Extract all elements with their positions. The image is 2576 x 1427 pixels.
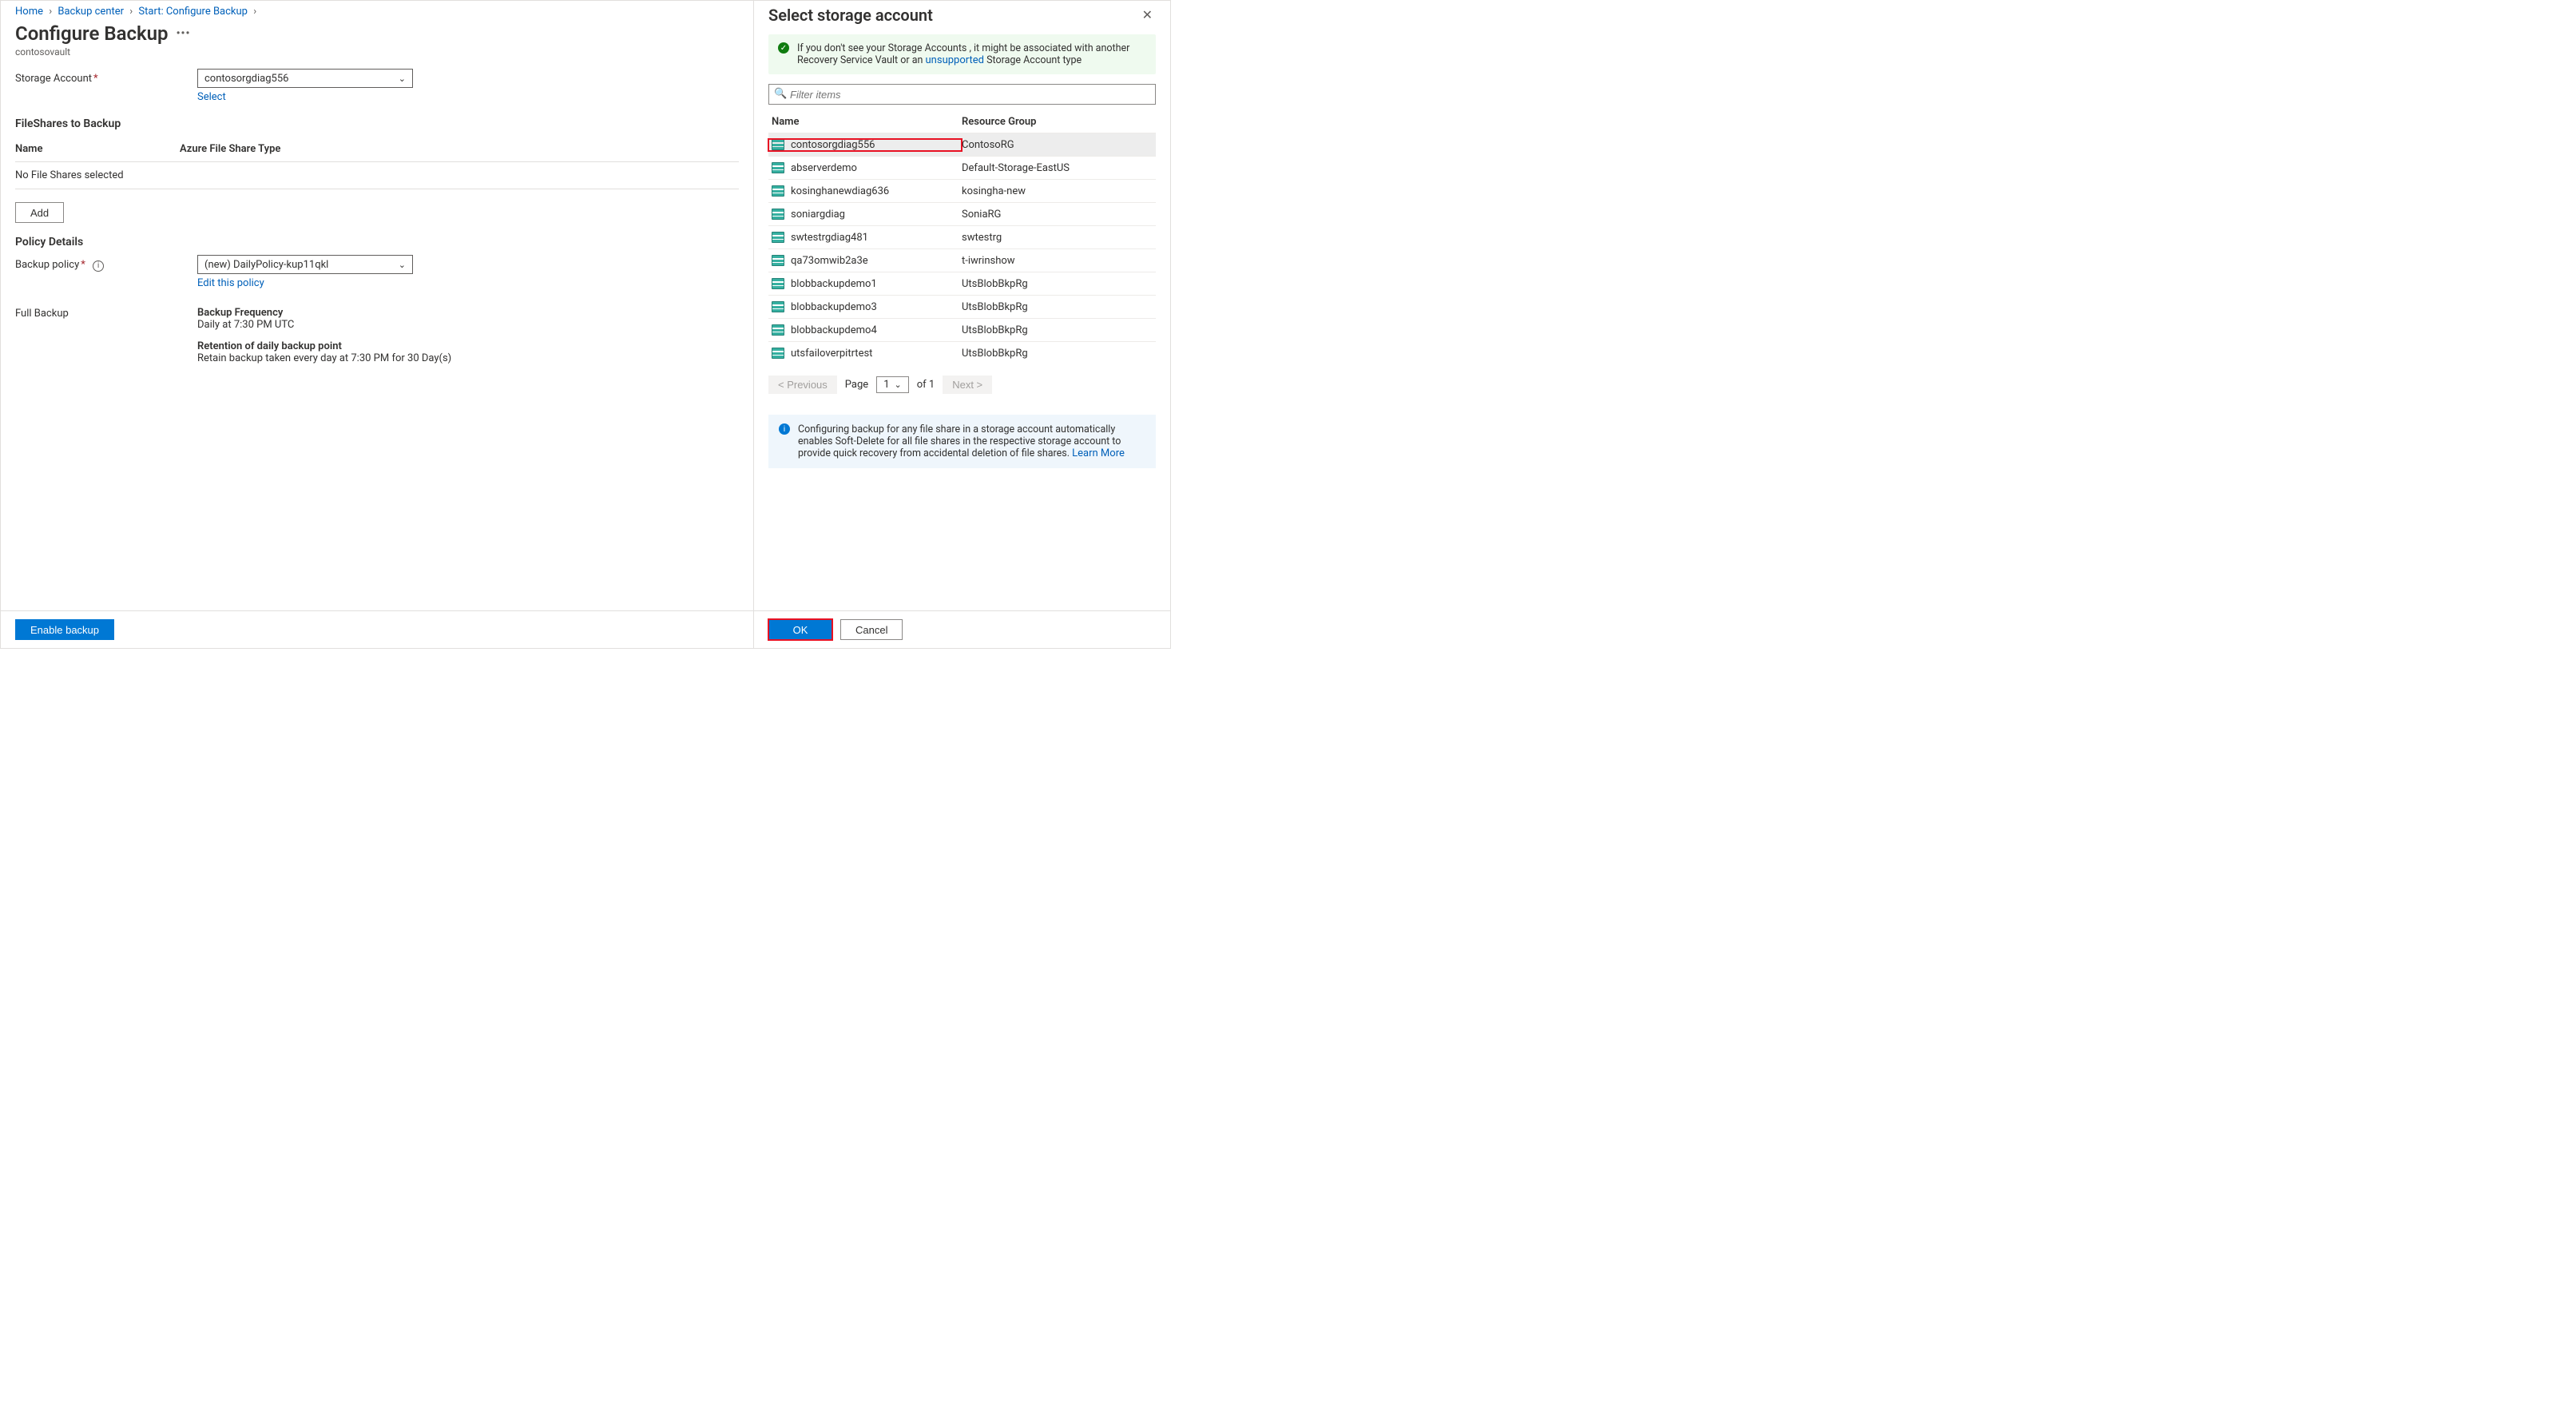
storage-account-row[interactable]: abserverdemo Default-Storage-EastUS xyxy=(768,156,1156,179)
storage-account-rg: t-iwrinshow xyxy=(962,255,1015,267)
storage-account-name: kosinghanewdiag636 xyxy=(791,185,889,197)
storage-icon xyxy=(772,324,784,336)
info-icon: i xyxy=(779,423,790,435)
page-label: Page xyxy=(845,379,868,391)
storage-icon xyxy=(772,232,784,243)
page-subtitle: contosovault xyxy=(1,45,753,69)
more-icon[interactable]: ••• xyxy=(177,28,191,39)
storage-account-row[interactable]: qa73omwib2a3e t-iwrinshow xyxy=(768,248,1156,272)
filter-input[interactable] xyxy=(768,84,1156,105)
storage-account-row[interactable]: soniargdiag SoniaRG xyxy=(768,202,1156,225)
storage-account-name: blobbackupdemo1 xyxy=(791,278,877,290)
storage-account-rg: UtsBlobBkpRg xyxy=(962,348,1028,360)
check-icon: ✓ xyxy=(778,42,789,54)
storage-icon xyxy=(772,301,784,312)
ok-button[interactable]: OK xyxy=(768,619,832,640)
add-button[interactable]: Add xyxy=(15,202,64,223)
storage-account-name: swtestrgdiag481 xyxy=(791,232,868,244)
storage-account-value: contosorgdiag556 xyxy=(204,73,288,85)
unsupported-link[interactable]: unsupported xyxy=(926,54,984,66)
panel-title: Select storage account xyxy=(768,6,933,25)
storage-account-label: Storage Account xyxy=(15,73,92,85)
retention-value: Retain backup taken every day at 7:30 PM… xyxy=(197,352,451,364)
search-icon: 🔍 xyxy=(774,88,787,100)
storage-account-rg: kosingha-new xyxy=(962,185,1026,197)
backup-policy-value: (new) DailyPolicy-kup11qkl xyxy=(204,259,328,271)
storage-account-name: contosorgdiag556 xyxy=(791,139,875,151)
storage-account-rg: UtsBlobBkpRg xyxy=(962,278,1028,290)
page-select[interactable]: 1⌄ xyxy=(876,376,909,393)
select-storage-link[interactable]: Select xyxy=(197,91,413,103)
chevron-down-icon: ⌄ xyxy=(399,74,406,84)
table-col-name: Name xyxy=(768,116,962,128)
breadcrumb-home[interactable]: Home xyxy=(15,6,43,18)
storage-icon xyxy=(772,139,784,150)
fileshares-col-type: Azure File Share Type xyxy=(180,143,280,155)
previous-button[interactable]: < Previous xyxy=(768,376,837,394)
storage-account-row[interactable]: contosorgdiag556 ContosoRG xyxy=(768,133,1156,156)
storage-account-name: blobbackupdemo3 xyxy=(791,301,877,313)
chevron-down-icon: ⌄ xyxy=(399,260,406,270)
page-title: Configure Backup xyxy=(15,22,169,45)
breadcrumb-backup-center[interactable]: Backup center xyxy=(58,6,124,18)
chevron-down-icon: ⌄ xyxy=(895,380,902,390)
storage-account-row[interactable]: blobbackupdemo3 UtsBlobBkpRg xyxy=(768,295,1156,318)
storage-account-row[interactable]: blobbackupdemo1 UtsBlobBkpRg xyxy=(768,272,1156,295)
storage-account-name: qa73omwib2a3e xyxy=(791,255,868,267)
backup-frequency-label: Backup Frequency xyxy=(197,307,451,319)
info-icon[interactable]: i xyxy=(93,260,104,272)
storage-account-name: blobbackupdemo4 xyxy=(791,324,877,336)
storage-account-row[interactable]: blobbackupdemo4 UtsBlobBkpRg xyxy=(768,318,1156,341)
storage-account-dropdown[interactable]: contosorgdiag556 ⌄ xyxy=(197,69,413,88)
storage-account-rg: SoniaRG xyxy=(962,209,1001,221)
storage-icon xyxy=(772,209,784,220)
backup-frequency-value: Daily at 7:30 PM UTC xyxy=(197,319,451,331)
fileshares-empty-row: No File Shares selected xyxy=(15,162,739,189)
retention-label: Retention of daily backup point xyxy=(197,340,451,352)
learn-more-link[interactable]: Learn More xyxy=(1072,447,1125,459)
storage-account-rg: UtsBlobBkpRg xyxy=(962,324,1028,336)
fileshares-heading: FileShares to Backup xyxy=(15,117,739,130)
table-col-rg: Resource Group xyxy=(962,116,1036,128)
close-icon[interactable]: ✕ xyxy=(1139,6,1156,24)
storage-icon xyxy=(772,162,784,173)
storage-account-name: abserverdemo xyxy=(791,162,857,174)
storage-account-rg: Default-Storage-EastUS xyxy=(962,162,1070,174)
enable-backup-button[interactable]: Enable backup xyxy=(15,619,114,640)
storage-account-row[interactable]: utsfailoverpitrtest UtsBlobBkpRg xyxy=(768,341,1156,364)
storage-account-name: utsfailoverpitrtest xyxy=(791,348,872,360)
storage-account-row[interactable]: swtestrgdiag481 swtestrg xyxy=(768,225,1156,248)
storage-account-rg: ContosoRG xyxy=(962,139,1014,151)
policy-details-heading: Policy Details xyxy=(15,236,739,248)
breadcrumb-configure-backup[interactable]: Start: Configure Backup xyxy=(138,6,248,18)
breadcrumb: Home › Backup center › Start: Configure … xyxy=(1,1,753,19)
storage-icon xyxy=(772,348,784,359)
info-banner-softdelete: i Configuring backup for any file share … xyxy=(768,415,1156,468)
storage-account-row[interactable]: kosinghanewdiag636 kosingha-new xyxy=(768,179,1156,202)
info-banner-warning: ✓ If you don't see your Storage Accounts… xyxy=(768,34,1156,74)
fileshares-col-name: Name xyxy=(15,143,180,155)
storage-icon xyxy=(772,255,784,266)
storage-account-rg: UtsBlobBkpRg xyxy=(962,301,1028,313)
cancel-button[interactable]: Cancel xyxy=(840,619,903,640)
backup-policy-dropdown[interactable]: (new) DailyPolicy-kup11qkl ⌄ xyxy=(197,255,413,274)
page-of: of 1 xyxy=(917,379,935,391)
full-backup-label: Full Backup xyxy=(15,308,69,320)
backup-policy-label: Backup policy xyxy=(15,259,79,271)
storage-icon xyxy=(772,185,784,197)
edit-policy-link[interactable]: Edit this policy xyxy=(197,277,413,289)
next-button[interactable]: Next > xyxy=(943,376,992,394)
storage-account-rg: swtestrg xyxy=(962,232,1002,244)
storage-account-name: soniargdiag xyxy=(791,209,845,221)
storage-icon xyxy=(772,278,784,289)
